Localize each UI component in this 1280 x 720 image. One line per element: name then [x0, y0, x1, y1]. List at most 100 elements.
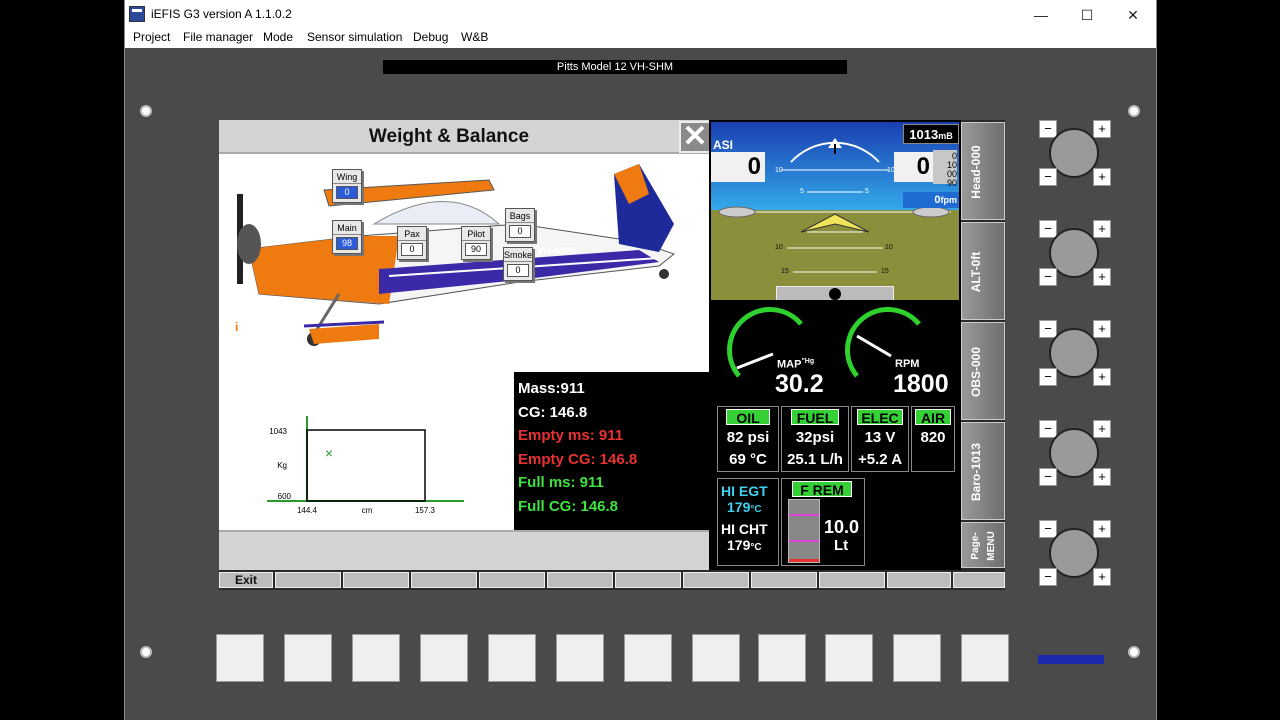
hardware-button[interactable]	[758, 634, 806, 682]
wb-header: Weight & Balance ✕	[219, 120, 711, 154]
minimize-button[interactable]: —	[1018, 4, 1064, 26]
station-bags[interactable]: Bags 0	[505, 208, 535, 242]
hardware-button[interactable]	[556, 634, 604, 682]
station-smoke-value[interactable]: 0	[507, 264, 529, 277]
fuel-box: FUEL 32psi 25.1 L/h	[781, 406, 849, 472]
knob-minus-button[interactable]: −	[1039, 468, 1057, 486]
cg-marker-icon: ×	[325, 445, 333, 461]
efis-pfd-engine: 5 5 10 10 10 10 15 15 ASI 0 0 0 10 00 90 10…	[709, 120, 961, 570]
knob-minus-button[interactable]: −	[1039, 320, 1057, 338]
temp-box: HI EGT 179°C HI CHT 179°C	[717, 478, 779, 566]
map-label: MAP"Hg	[777, 358, 815, 371]
station-pilot-value[interactable]: 90	[465, 243, 487, 256]
airspeed-readout: 0	[711, 152, 765, 182]
knob-minus-button[interactable]: −	[1039, 368, 1057, 386]
close-button[interactable]: ✕	[1110, 4, 1156, 26]
wb-title: Weight & Balance	[368, 126, 530, 147]
pitch-label: 10	[775, 244, 783, 251]
softkey-exit[interactable]: Exit	[219, 572, 273, 588]
instrument-panel: Pitts Model 12 VH-SHM Weight & Balance ✕	[125, 48, 1156, 720]
maximize-button[interactable]: ☐	[1064, 4, 1110, 26]
softkey[interactable]	[479, 572, 545, 588]
station-wing-value[interactable]: 0	[336, 186, 358, 199]
knob-label-obs[interactable]: OBS-000	[961, 322, 1005, 420]
softkey[interactable]	[819, 572, 885, 588]
knob-plus-button[interactable]: +	[1093, 368, 1111, 386]
menu-sensor-simulation[interactable]: Sensor simulation	[307, 30, 402, 44]
hardware-button[interactable]	[825, 634, 873, 682]
wb-close-icon[interactable]: ✕	[679, 121, 711, 153]
softkey[interactable]	[953, 572, 1005, 588]
knob-plus-button[interactable]: +	[1093, 268, 1111, 286]
knob-label-head[interactable]: Head-000	[961, 122, 1005, 220]
knob-minus-button[interactable]: −	[1039, 520, 1057, 538]
screw-icon	[1128, 646, 1140, 658]
rpm-value: 1800	[893, 370, 949, 398]
knob-plus-button[interactable]: +	[1093, 468, 1111, 486]
hardware-button[interactable]	[692, 634, 740, 682]
wb-stats-panel: Mass:911 CG: 146.8 Empty ms: 911 Empty CG: …	[514, 372, 709, 530]
knob-plus-button[interactable]: +	[1093, 520, 1111, 538]
map-value: 30.2	[775, 370, 824, 398]
softkey[interactable]	[615, 572, 681, 588]
station-main-value[interactable]: 98	[336, 237, 358, 250]
envelope-xunit: cm	[362, 506, 373, 515]
hardware-button[interactable]	[961, 634, 1009, 682]
station-wing[interactable]: Wing 0	[332, 169, 362, 203]
softkey[interactable]	[343, 572, 409, 588]
knob-label-page[interactable]: Page-MENU	[961, 522, 1005, 568]
pitch-label: 10	[775, 167, 783, 174]
knob-minus-button[interactable]: −	[1039, 168, 1057, 186]
knob-plus-button[interactable]: +	[1093, 168, 1111, 186]
envelope-ymax: 1043	[269, 427, 287, 436]
oil-box: OIL 82 psi 69 °C	[717, 406, 779, 472]
knob-minus-button[interactable]: −	[1039, 268, 1057, 286]
station-main[interactable]: Main 98	[332, 220, 362, 254]
menu-bar: Project File manager Mode Sensor simulat…	[125, 28, 1156, 48]
envelope-xmin: 144.4	[297, 506, 318, 515]
knob-plus-button[interactable]: +	[1093, 420, 1111, 438]
registration-text: VH-MMS	[537, 246, 578, 257]
softkey[interactable]	[887, 572, 951, 588]
softkey[interactable]	[547, 572, 613, 588]
softkey[interactable]	[751, 572, 817, 588]
menu-project[interactable]: Project	[133, 30, 170, 44]
hardware-button[interactable]	[624, 634, 672, 682]
station-pax-value[interactable]: 0	[401, 243, 423, 256]
softkey[interactable]	[683, 572, 749, 588]
hardware-button[interactable]	[893, 634, 941, 682]
cg-envelope-chart: 1043 Kg 600 144.4 cm 157.3 ×	[267, 416, 464, 515]
knob-minus-button[interactable]: −	[1039, 220, 1057, 238]
fuel-remaining-box: F REM 10.0 Lt	[781, 478, 865, 566]
station-pilot[interactable]: Pilot 90	[461, 226, 491, 260]
station-pax[interactable]: Pax 0	[397, 226, 427, 260]
envelope-ymin: 600	[278, 492, 292, 501]
knob-minus-button[interactable]: −	[1039, 120, 1057, 138]
hardware-button[interactable]	[420, 634, 468, 682]
title-bar: iEFIS G3 version A 1.1.0.2 — ☐ ✕	[125, 0, 1156, 28]
station-smoke[interactable]: Smoke 0	[503, 247, 533, 281]
menu-wb[interactable]: W&B	[461, 30, 488, 44]
knob-label-alt[interactable]: ALT-0ft	[961, 222, 1005, 320]
efis-display: Weight & Balance ✕ VH-MMS i Wing 0 Main …	[219, 120, 1005, 590]
wb-stat-line: Empty ms: 911	[518, 427, 624, 444]
knob-plus-button[interactable]: +	[1093, 320, 1111, 338]
hardware-button[interactable]	[216, 634, 264, 682]
menu-debug[interactable]: Debug	[413, 30, 448, 44]
menu-file-manager[interactable]: File manager	[183, 30, 253, 44]
softkey[interactable]	[411, 572, 477, 588]
air-box: AIR 820	[911, 406, 955, 472]
knob-label-baro[interactable]: Baro-1013	[961, 422, 1005, 520]
knob-plus-button[interactable]: +	[1093, 568, 1111, 586]
hardware-button[interactable]	[284, 634, 332, 682]
knob-minus-button[interactable]: −	[1039, 568, 1057, 586]
menu-mode[interactable]: Mode	[263, 30, 293, 44]
station-bags-value[interactable]: 0	[509, 225, 531, 238]
knob-minus-button[interactable]: −	[1039, 420, 1057, 438]
vertical-speed: 0fpm	[903, 192, 959, 208]
knob-plus-button[interactable]: +	[1093, 220, 1111, 238]
knob-plus-button[interactable]: +	[1093, 120, 1111, 138]
hardware-button[interactable]	[352, 634, 400, 682]
softkey[interactable]	[275, 572, 341, 588]
hardware-button[interactable]	[488, 634, 536, 682]
